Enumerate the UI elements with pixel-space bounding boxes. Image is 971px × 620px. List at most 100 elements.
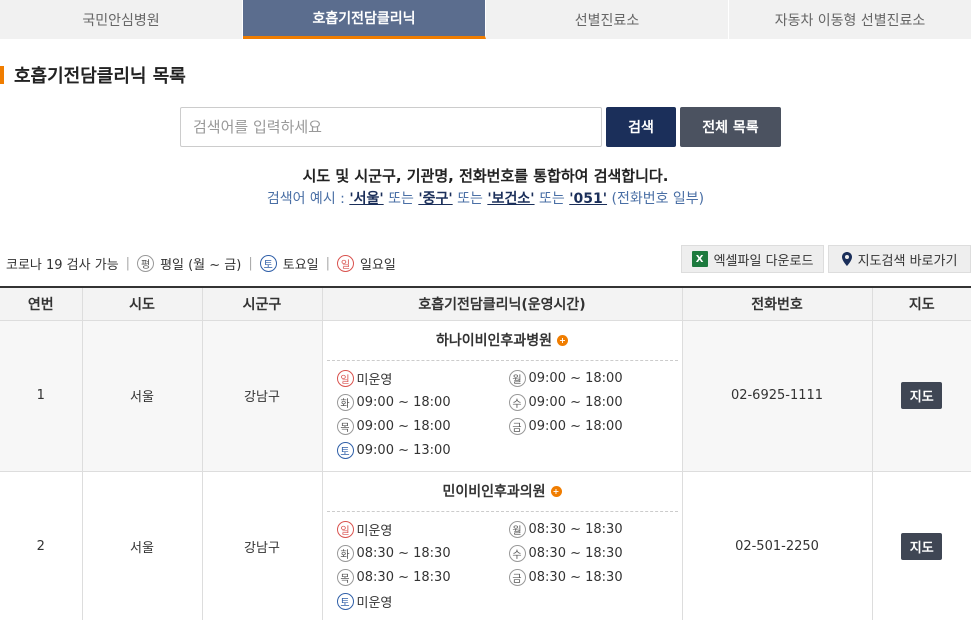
hours-time: 09:00 ~ 18:00 <box>356 395 451 410</box>
examples-or: 또는 <box>383 191 419 207</box>
legend-saturday: 토 토요일 <box>259 254 319 273</box>
cell-sido: 서울 <box>81 471 202 620</box>
tab-drive-thru-screening[interactable]: 자동차 이동형 선별진료소 <box>729 0 971 39</box>
search-description: 시도 및 시군구, 기관명, 전화번호를 통합하여 검색합니다. <box>302 167 669 185</box>
cell-sigungu: 강남구 <box>201 320 322 472</box>
examples-prefix: 검색어 예시 : <box>266 191 350 207</box>
cell-no: 2 <box>0 471 82 620</box>
hours-time: 미운영 <box>356 373 393 388</box>
hours-item: 화 08:30 ~ 18:30 <box>336 544 509 564</box>
day-icon: 수 <box>508 394 526 411</box>
tab-respiratory-clinic[interactable]: 호흡기전담클리닉 <box>243 0 486 39</box>
tab-safe-hospital[interactable]: 국민안심병원 <box>0 0 243 39</box>
clinic-name-wrap: 하나이비인후과병원 + <box>326 321 678 361</box>
hours-item: 월 09:00 ~ 18:00 <box>508 369 681 389</box>
col-header-sigungu: 시군구 <box>201 286 322 321</box>
hours-time: 09:00 ~ 18:00 <box>356 419 451 434</box>
legend-weekday: 평 평일 (월 ~ 금) <box>137 254 241 273</box>
map-search-button[interactable]: 지도검색 바로가기 <box>828 245 971 273</box>
hours-time: 08:30 ~ 18:30 <box>528 522 623 537</box>
examples-suffix: (전화번호 일부) <box>607 191 705 207</box>
row-map-button[interactable]: 지도 <box>901 533 943 560</box>
example-junggu[interactable]: '중구' <box>418 191 452 207</box>
cell-map: 지도 <box>871 471 971 620</box>
day-icon: 화 <box>336 545 354 562</box>
top-tabs: 국민안심병원 호흡기전담클리닉 선별진료소 자동차 이동형 선별진료소 <box>0 0 971 39</box>
covid-test-icon: + <box>550 485 562 497</box>
examples-or: 또는 <box>452 191 488 207</box>
map-pin-icon <box>841 252 852 266</box>
clinic-name: 민이비인후과의원 <box>442 484 546 500</box>
day-icon: 목 <box>336 418 354 435</box>
day-icon: 일 <box>336 521 354 538</box>
map-search-label: 지도검색 바로가기 <box>857 253 958 269</box>
excel-download-label: 엑셀파일 다운로드 <box>713 253 814 269</box>
example-health-center[interactable]: '보건소' <box>487 191 534 207</box>
example-seoul[interactable]: '서울' <box>349 191 383 207</box>
col-header-phone: 전화번호 <box>681 286 872 321</box>
clinic-table: 연번 시도 시군구 호흡기전담클리닉(운영시간) 전화번호 지도 1 서울 강남… <box>0 286 971 620</box>
covid-test-icon: + <box>556 334 568 346</box>
legend-weekday-label: 평일 (월 ~ 금) <box>160 257 242 273</box>
clinic-name-wrap: 민이비인후과의원 + <box>326 472 678 512</box>
hours-item: 금 08:30 ~ 18:30 <box>508 568 681 588</box>
cell-map: 지도 <box>871 320 971 472</box>
cell-no: 1 <box>0 320 82 472</box>
hours-item: 화 09:00 ~ 18:00 <box>336 393 509 413</box>
day-icon: 금 <box>508 418 526 435</box>
hours-item: 수 09:00 ~ 18:00 <box>508 393 681 413</box>
opening-hours: 일 미운영 월 08:30 ~ 18:30 화 08:30 ~ 18:30 수 08:3… <box>323 512 682 612</box>
legend-divider: | <box>248 255 253 271</box>
day-icon: 목 <box>336 569 354 586</box>
day-icon: 토 <box>336 442 354 459</box>
page-title-wrap: 호흡기전담클리닉 목록 <box>0 63 186 87</box>
sunday-icon: 일 <box>337 254 355 272</box>
hours-time: 미운영 <box>356 524 393 539</box>
example-051[interactable]: '051' <box>569 191 607 207</box>
cell-sigungu: 강남구 <box>201 471 322 620</box>
day-icon: 월 <box>508 521 526 538</box>
excel-icon: X <box>691 251 708 267</box>
cell-phone: 02-6925-1111 <box>681 320 872 472</box>
row-map-button[interactable]: 지도 <box>901 382 943 409</box>
excel-download-button[interactable]: X 엑셀파일 다운로드 <box>681 245 824 273</box>
hours-item: 목 09:00 ~ 18:00 <box>336 417 509 437</box>
col-header-clinic: 호흡기전담클리닉(운영시간) <box>321 286 682 321</box>
search-button[interactable]: 검색 <box>606 107 676 147</box>
search-examples: 검색어 예시 : '서울' 또는 '중구' 또는 '보건소' 또는 '051' … <box>0 188 971 208</box>
cell-phone: 02-501-2250 <box>681 471 872 620</box>
hours-item: 토 09:00 ~ 13:00 <box>336 441 509 461</box>
hours-item: 목 08:30 ~ 18:30 <box>336 568 509 588</box>
search-input[interactable] <box>180 107 602 147</box>
hours-time: 09:00 ~ 18:00 <box>528 395 623 410</box>
legend-sunday-label: 일요일 <box>360 257 396 273</box>
day-icon: 토 <box>336 593 354 610</box>
day-icon: 수 <box>508 545 526 562</box>
col-header-no: 연번 <box>0 286 82 321</box>
hours-time: 08:30 ~ 18:30 <box>528 570 623 585</box>
cell-clinic: 민이비인후과의원 + 일 미운영 월 08:30 ~ 18:30 화 08:30 ~ … <box>321 471 682 620</box>
examples-or: 또는 <box>534 191 570 207</box>
tab-screening-center[interactable]: 선별진료소 <box>486 0 729 39</box>
hours-time: 09:00 ~ 18:00 <box>528 371 623 386</box>
table-header-row: 연번 시도 시군구 호흡기전담클리닉(운영시간) 전화번호 지도 <box>0 286 971 321</box>
hours-item: 월 08:30 ~ 18:30 <box>508 520 681 540</box>
clinic-name: 하나이비인후과병원 <box>436 333 552 349</box>
legend-sunday: 일 일요일 <box>337 254 396 273</box>
legend-saturday-label: 토요일 <box>282 257 319 273</box>
hours-item: 일 미운영 <box>336 369 509 389</box>
hours-item: 금 09:00 ~ 18:00 <box>508 417 681 437</box>
col-header-sido: 시도 <box>81 286 202 321</box>
hours-time: 08:30 ~ 18:30 <box>528 546 623 561</box>
hours-time: 09:00 ~ 13:00 <box>356 443 451 458</box>
hours-time: 미운영 <box>356 596 393 611</box>
hours-time: 09:00 ~ 18:00 <box>528 419 623 434</box>
day-icon: 월 <box>508 370 526 387</box>
day-icon: 화 <box>336 394 354 411</box>
col-header-map: 지도 <box>871 286 971 321</box>
legend-covid: 코로나 19 검사 가능 <box>6 257 119 273</box>
table-row: 1 서울 강남구 하나이비인후과병원 + 일 미운영 월 09:00 ~ 18:00… <box>0 320 971 472</box>
legend-divider: | <box>325 255 331 271</box>
title-accent-bar <box>0 66 4 84</box>
all-list-button[interactable]: 전체 목록 <box>680 107 781 147</box>
